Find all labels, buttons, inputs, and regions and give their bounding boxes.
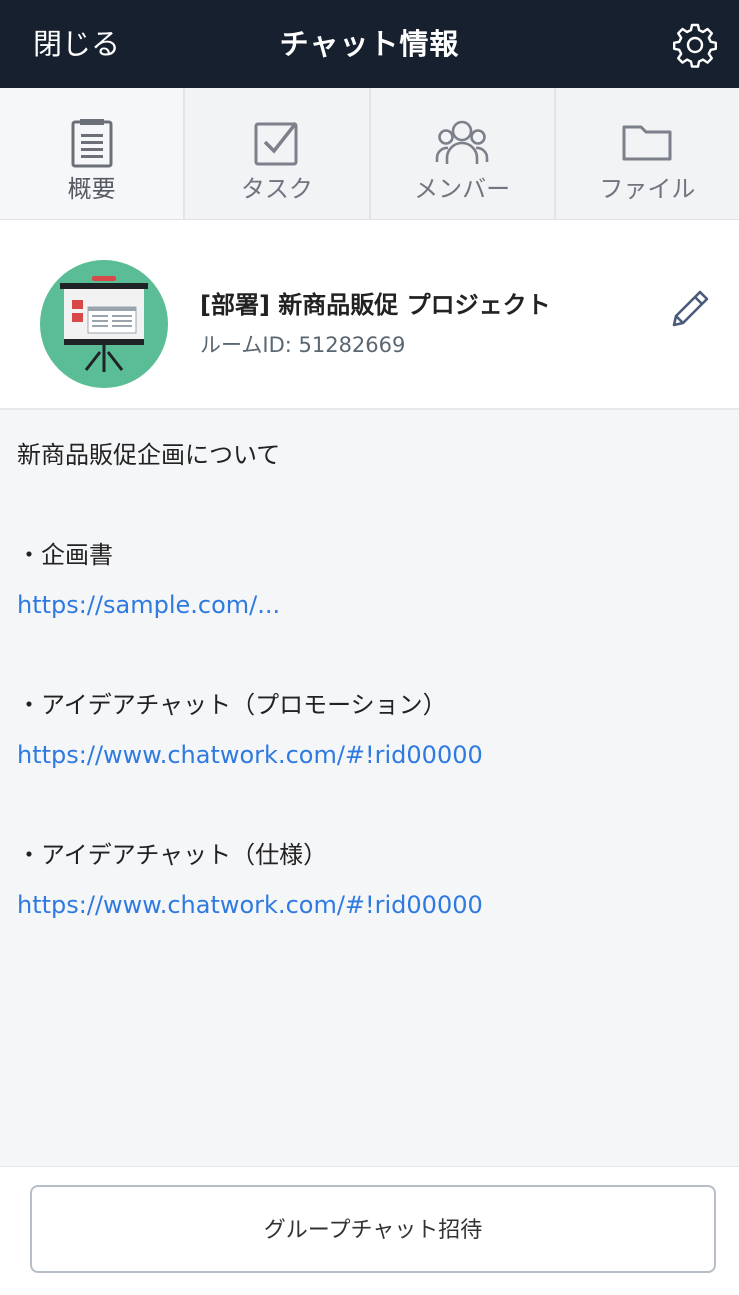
description-text: ・アイデアチャット（仕様） [17,841,328,869]
description-text: ・企画書 [17,541,113,569]
room-info-card: [部署] 新商品販促 プロジェクト ルームID: 51282669 [0,220,739,410]
tab-bar: 概要 タスク メンバー ファイル [0,88,739,220]
gear-icon[interactable] [671,21,719,69]
header-bar: 閉じる チャット情報 [0,0,739,88]
description-link[interactable]: https://sample.com/... [17,580,722,630]
room-description: 新商品販促企画について ・企画書 https://sample.com/... … [17,430,722,930]
tab-label: 概要 [67,175,116,203]
room-id: ルームID: 51282669 [200,333,406,357]
room-name: [部署] 新商品販促 プロジェクト [200,291,551,319]
footer-bar: グループチャット招待 [0,1166,739,1295]
tab-overview[interactable]: 概要 [0,88,186,219]
tab-label: ファイル [599,175,696,203]
page-title: チャット情報 [279,27,460,61]
tab-tasks[interactable]: タスク [185,88,371,219]
description-link[interactable]: https://www.chatwork.com/#!rid00000 [17,880,722,930]
room-avatar [40,260,168,388]
invite-group-chat-button[interactable]: グループチャット招待 [30,1185,716,1273]
pencil-icon[interactable] [668,287,712,331]
description-text: ・アイデアチャット（プロモーション） [17,691,447,719]
folder-icon [622,125,672,161]
description-link[interactable]: https://www.chatwork.com/#!rid00000 [17,730,722,780]
clipboard-icon [71,119,113,168]
tab-files[interactable]: ファイル [556,88,739,219]
description-text: 新商品販促企画について [17,441,281,469]
tab-label: メンバー [414,175,511,203]
tab-members[interactable]: メンバー [371,88,556,219]
members-icon [435,120,489,164]
tab-label: タスク [240,175,313,203]
checkbox-icon [254,121,298,166]
